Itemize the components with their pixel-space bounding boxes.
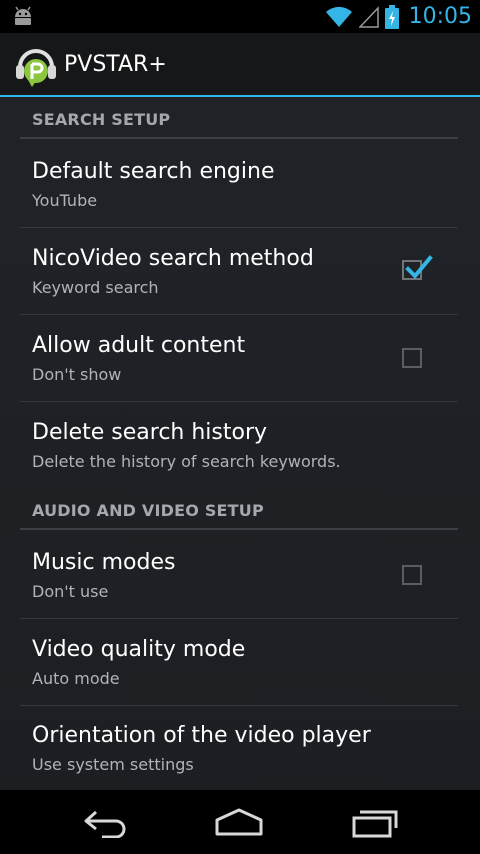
setting-allow-adult-content[interactable]: Allow adult content Don't show — [0, 315, 480, 401]
setting-summary: Don't show — [32, 365, 122, 384]
setting-summary: Keyword search — [32, 278, 159, 297]
status-clock: 10:05 — [408, 4, 472, 29]
setting-summary: YouTube — [32, 191, 98, 210]
back-icon[interactable] — [82, 806, 132, 838]
status-bar: 10:05 — [0, 0, 480, 33]
home-icon[interactable] — [214, 806, 264, 838]
pvstar-logo-icon[interactable] — [14, 45, 58, 89]
music-modes-checkbox[interactable] — [402, 565, 422, 585]
setting-video-quality-mode[interactable]: Video quality mode Auto mode — [0, 619, 480, 705]
allow-adult-content-checkbox[interactable] — [402, 348, 422, 368]
setting-title: NicoVideo search method — [32, 246, 314, 271]
battery-charging-icon — [384, 4, 399, 29]
section-divider — [20, 528, 458, 530]
action-bar-accent-line — [0, 95, 480, 97]
setting-title: Video quality mode — [32, 637, 246, 662]
android-icon — [15, 6, 31, 25]
signal-icon — [358, 5, 379, 28]
setting-title: Default search engine — [32, 159, 275, 184]
setting-title: Delete search history — [32, 420, 268, 445]
checkmark-icon — [405, 255, 433, 279]
wifi-icon — [325, 6, 352, 27]
setting-summary: Delete the history of search keywords. — [32, 452, 341, 471]
settings-screen: 10:05 PVSTAR+ SEARCH SETUP Default searc… — [0, 0, 480, 854]
setting-delete-search-history[interactable]: Delete search history Delete the history… — [0, 402, 480, 488]
section-divider — [20, 137, 458, 139]
setting-summary: Don't use — [32, 582, 109, 601]
setting-default-search-engine[interactable]: Default search engine YouTube — [0, 140, 480, 226]
setting-music-modes[interactable]: Music modes Don't use — [0, 531, 480, 617]
setting-summary: Auto mode — [32, 669, 120, 688]
setting-title: Music modes — [32, 550, 176, 575]
section-header-audio-video-setup: AUDIO AND VIDEO SETUP — [32, 501, 264, 520]
setting-title: Allow adult content — [32, 333, 246, 358]
recent-apps-icon[interactable] — [350, 806, 400, 838]
setting-summary: Use system settings — [32, 755, 194, 774]
app-title: PVSTAR+ — [64, 52, 167, 77]
section-header-search-setup: SEARCH SETUP — [32, 110, 171, 129]
setting-orientation-video-player[interactable]: Orientation of the video player Use syst… — [0, 706, 480, 790]
navigation-bar — [0, 790, 480, 854]
setting-title: Orientation of the video player — [32, 723, 371, 748]
setting-nicovideo-search-method[interactable]: NicoVideo search method Keyword search — [0, 228, 480, 314]
nicovideo-search-checkbox[interactable] — [402, 255, 433, 280]
